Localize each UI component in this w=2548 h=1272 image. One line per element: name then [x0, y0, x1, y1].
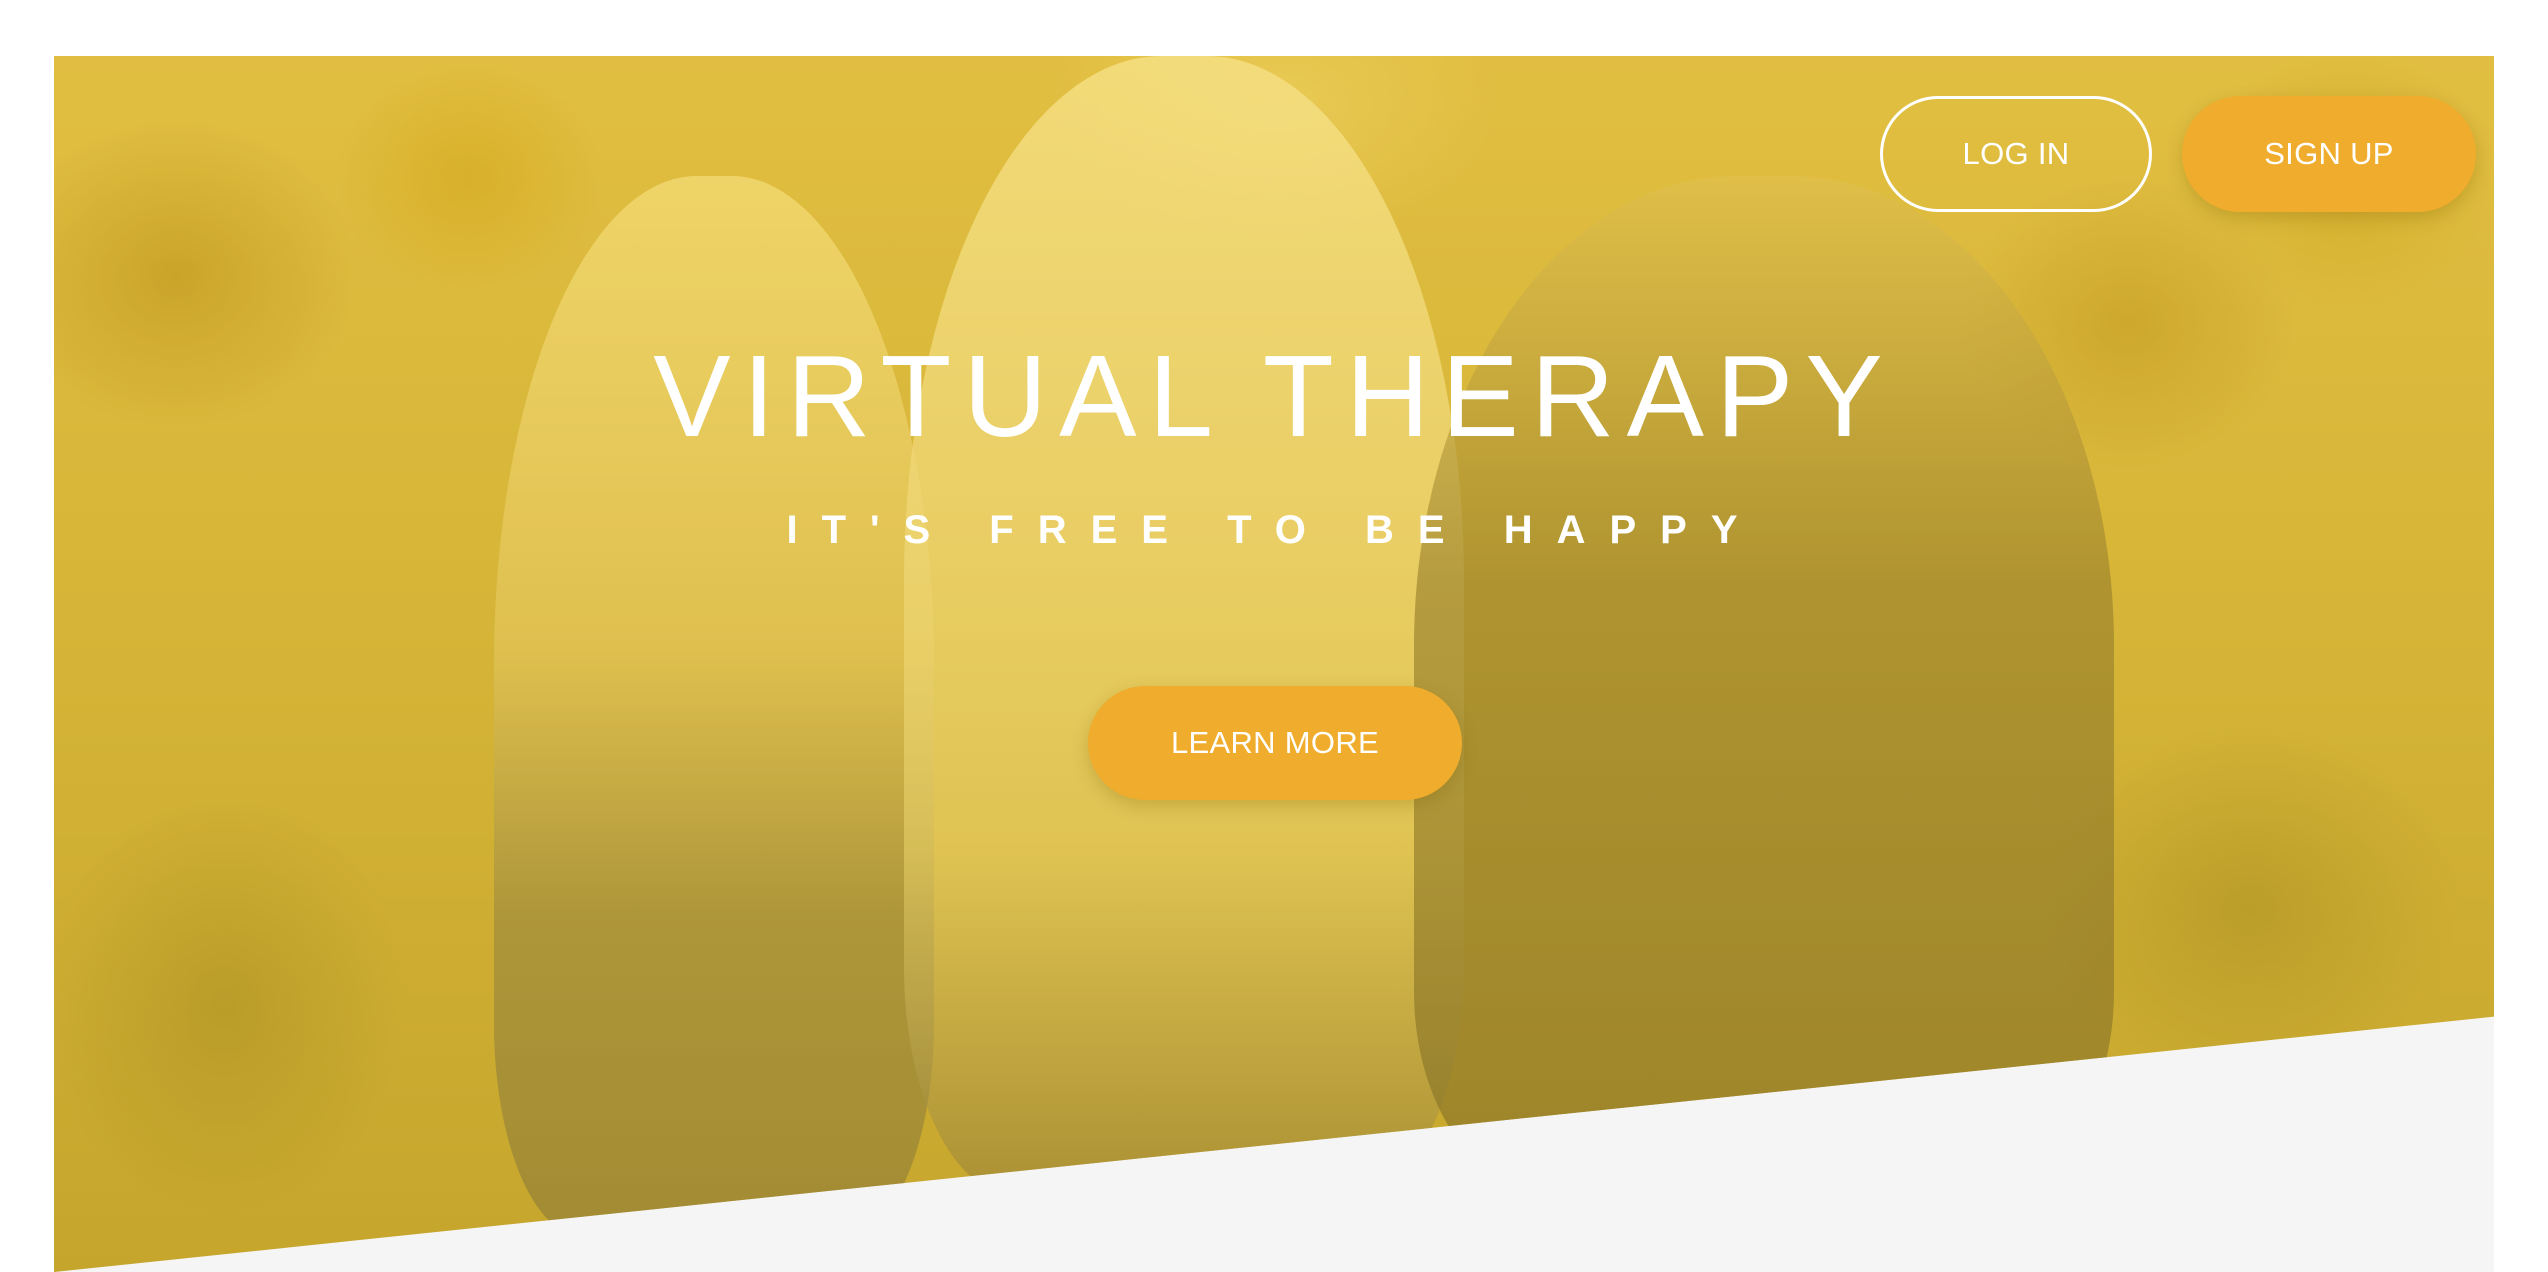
learn-more-button[interactable]: LEARN MORE [1088, 686, 1462, 800]
login-button[interactable]: LOG IN [1880, 96, 2152, 212]
hero-section: LOG IN SIGN UP VIRTUAL THERAPY IT'S FREE… [54, 56, 2494, 1272]
hero-yellow-overlay [54, 56, 2494, 1272]
hero-title: VIRTUAL THERAPY [653, 331, 1895, 461]
signup-button[interactable]: SIGN UP [2182, 96, 2476, 212]
page-frame: LOG IN SIGN UP VIRTUAL THERAPY IT'S FREE… [54, 56, 2494, 1272]
hero-subtitle: IT'S FREE TO BE HAPPY [786, 508, 1762, 552]
